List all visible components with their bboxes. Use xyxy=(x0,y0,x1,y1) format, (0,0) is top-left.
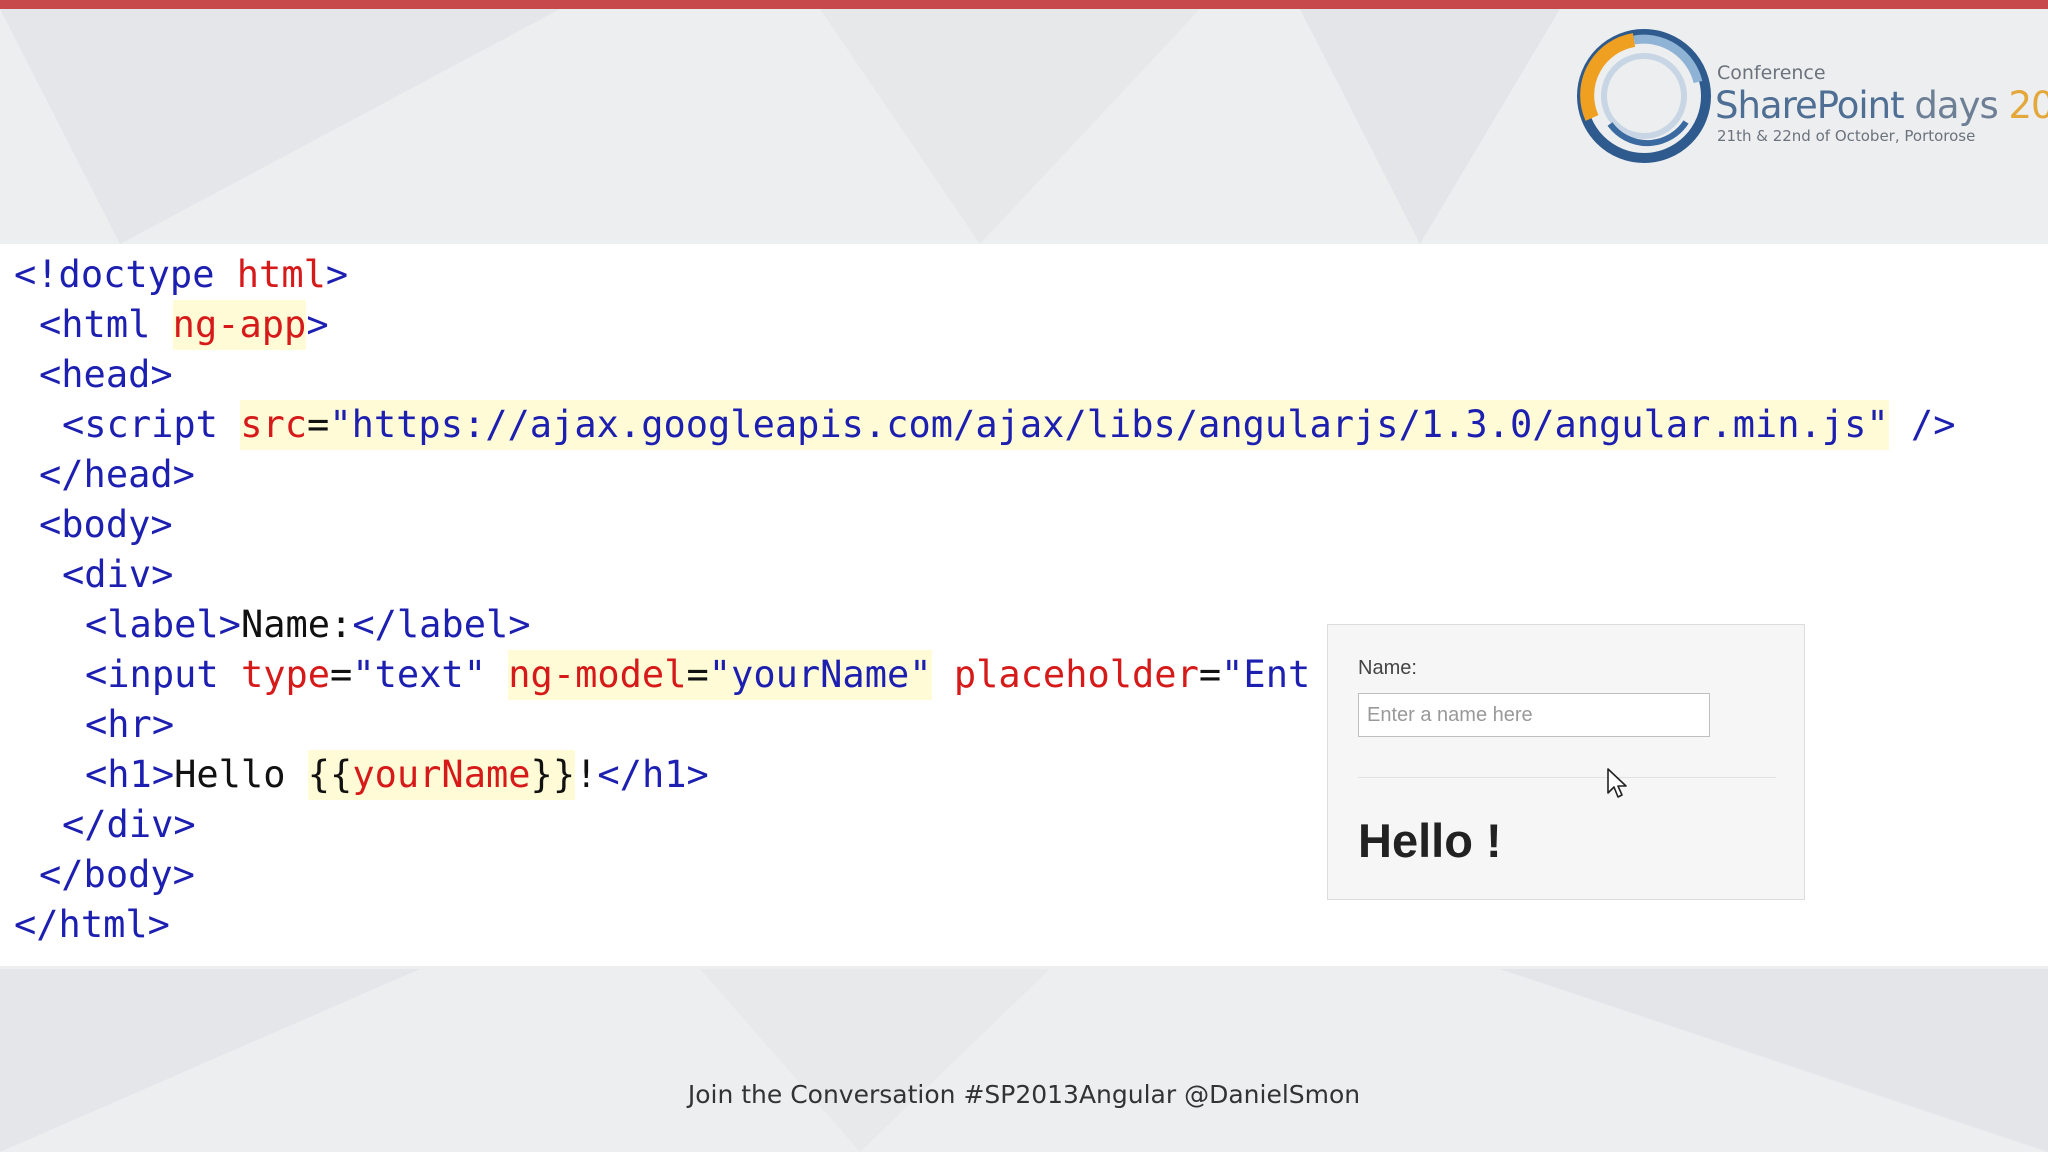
tag-input-open: <input xyxy=(85,653,219,696)
tag-div-close: </div> xyxy=(62,803,196,846)
tag-close: > xyxy=(325,253,349,296)
code-line-13: </body> xyxy=(39,850,195,900)
footer-text: Join the Conversation #SP2013Angular @Da… xyxy=(687,1080,1361,1109)
tag-doctype-open: <!doctype xyxy=(14,253,215,296)
binding-open-braces: {{ xyxy=(307,753,353,796)
equals-sign: = xyxy=(686,653,709,696)
logo-title-year: 2014 xyxy=(2008,84,2048,127)
tag-html-close: </html> xyxy=(14,903,170,946)
code-line-12: </div> xyxy=(62,800,196,850)
preview-divider xyxy=(1358,777,1776,778)
equals-sign: = xyxy=(307,403,330,446)
logo-conference-text: Conference xyxy=(1717,62,1826,84)
code-line-11: <h1>Hello {{yourName}}!</h1> xyxy=(85,750,709,800)
tag-h1-close: </h1> xyxy=(597,753,709,796)
code-line-9: <input type="text" ng-model="yourName" p… xyxy=(85,650,1310,700)
code-line-8: <label>Name:</label> xyxy=(85,600,531,650)
preview-name-label: Name: xyxy=(1358,657,1417,679)
tag-html-open: <html xyxy=(39,303,151,346)
tag-label-close: </label> xyxy=(352,603,531,646)
attr-placeholder: placeholder xyxy=(953,653,1199,696)
tag-body-close: </body> xyxy=(39,853,195,896)
code-line-6: <body> xyxy=(39,500,173,550)
attr-src-value: "https://ajax.googleapis.com/ajax/libs/a… xyxy=(329,403,1889,446)
code-line-4: <script src="https://ajax.googleapis.com… xyxy=(62,400,1955,450)
attr-ng-app: ng-app xyxy=(172,300,307,350)
exclamation-text: ! xyxy=(575,753,598,796)
conference-logo-icon xyxy=(1577,29,1711,163)
doctype-html-keyword: html xyxy=(236,253,326,296)
attr-src: src xyxy=(240,403,308,446)
tag-self-close: /> xyxy=(1910,403,1956,446)
mouse-pointer-icon xyxy=(1607,768,1627,798)
tag-body-open: <body> xyxy=(39,503,173,546)
logo-title-main: SharePoint xyxy=(1715,84,1905,127)
browser-preview-panel: Name: Enter a name here Hello ! xyxy=(1327,624,1805,900)
binding-expression-highlight: {{yourName}} xyxy=(307,750,576,800)
tag-hr: <hr> xyxy=(85,703,175,746)
tag-script-open: <script xyxy=(62,403,218,446)
binding-expression: yourName xyxy=(352,753,531,796)
binding-close-braces: }} xyxy=(530,753,576,796)
preview-name-input[interactable]: Enter a name here xyxy=(1358,693,1710,737)
logo-date-text: 21th & 22nd of October, Portorose xyxy=(1717,127,1976,145)
attr-type-value: "text" xyxy=(352,653,486,696)
tag-close: > xyxy=(306,303,329,346)
hello-text: Hello xyxy=(174,753,308,796)
top-accent-bar xyxy=(0,0,2048,9)
code-line-14: </html> xyxy=(14,900,170,950)
logo-title: SharePoint days 2014 xyxy=(1715,84,2048,127)
tag-label-open: <label> xyxy=(85,603,241,646)
logo-title-days: days xyxy=(1914,84,1998,127)
ng-model-highlight: ng-model="yourName" xyxy=(508,650,932,700)
attr-ng-model-value: "yourName" xyxy=(708,653,932,696)
tag-head-close: </head> xyxy=(39,453,195,496)
script-src-highlight: src="https://ajax.googleapis.com/ajax/li… xyxy=(240,400,1889,450)
tag-div-open: <div> xyxy=(62,553,174,596)
equals-sign: = xyxy=(1198,653,1222,696)
attr-placeholder-value: "Ent xyxy=(1221,653,1311,696)
code-line-10: <hr> xyxy=(85,700,174,750)
code-line-5: </head> xyxy=(39,450,195,500)
attr-type: type xyxy=(240,653,331,696)
label-text: Name: xyxy=(240,603,353,646)
code-line-2: <html ng-app> xyxy=(39,300,329,350)
tag-h1-open: <h1> xyxy=(85,753,175,796)
attr-ng-model: ng-model xyxy=(508,653,687,696)
tag-head-open: <head> xyxy=(39,353,173,396)
sharepoint-days-logo: Conference SharePoint days 2014 21th & 2… xyxy=(1574,26,2048,166)
code-line-1: <!doctype html> xyxy=(14,250,348,300)
code-line-7: <div> xyxy=(62,550,173,600)
preview-hello-heading: Hello ! xyxy=(1358,814,1502,867)
equals-sign: = xyxy=(330,653,353,696)
code-line-3: <head> xyxy=(39,350,173,400)
